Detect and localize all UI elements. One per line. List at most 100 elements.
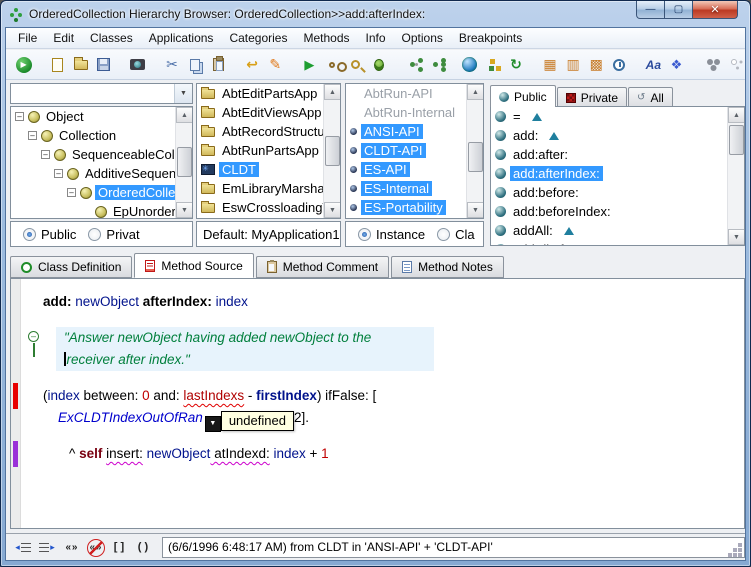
scroll-thumb[interactable] bbox=[468, 142, 483, 172]
categories-list[interactable]: AbtRun-APIAbtRun-InternalANSI-APICLDT-AP… bbox=[345, 83, 484, 219]
tree-item-collection[interactable]: –Collection bbox=[11, 126, 192, 145]
application-item[interactable]: AbtEditPartsApp bbox=[197, 84, 340, 103]
scroll-up-icon[interactable]: ▲ bbox=[176, 107, 193, 123]
category-item[interactable]: AbtRun-Internal bbox=[346, 103, 483, 122]
tree-item-epunorderedcollec[interactable]: EpUnorderedCollec bbox=[11, 202, 192, 219]
fold-collapse-icon[interactable]: – bbox=[28, 331, 39, 342]
menu-file[interactable]: File bbox=[10, 29, 45, 47]
ungroup-parts-button[interactable] bbox=[722, 53, 745, 77]
scroll-down-icon[interactable]: ▼ bbox=[176, 202, 193, 218]
tree-expander-icon[interactable]: – bbox=[54, 169, 63, 178]
debug-button[interactable] bbox=[367, 53, 390, 77]
scroll-up-icon[interactable]: ▲ bbox=[467, 84, 484, 100]
scroll-down-icon[interactable]: ▼ bbox=[467, 202, 484, 218]
parens-icon[interactable]: ( ) bbox=[132, 537, 154, 557]
cut-button[interactable]: ✂ bbox=[160, 53, 183, 77]
tree-item-sequenceablecollectio[interactable]: –SequenceableCollectio bbox=[11, 145, 192, 164]
category-item[interactable]: ANSI-API bbox=[346, 122, 483, 141]
marker-pen-button[interactable]: ✎ bbox=[264, 53, 287, 77]
columns-grid-button[interactable]: ▥ bbox=[562, 53, 585, 77]
tab-public[interactable]: Public bbox=[490, 85, 556, 107]
copy-button[interactable] bbox=[183, 53, 206, 77]
class-hierarchy-tree[interactable]: –Object–Collection–SequenceableCollectio… bbox=[10, 106, 193, 219]
font-settings-button[interactable]: Aa bbox=[642, 53, 665, 77]
scroll-down-icon[interactable]: ▼ bbox=[728, 229, 745, 245]
method-item[interactable]: add:afterIndex: bbox=[491, 164, 744, 183]
screenshot-button[interactable] bbox=[126, 53, 149, 77]
tree-expander-icon[interactable]: – bbox=[41, 150, 50, 159]
add-quotes-icon[interactable]: « » bbox=[60, 537, 82, 557]
save-button[interactable] bbox=[92, 53, 115, 77]
menu-applications[interactable]: Applications bbox=[141, 29, 222, 47]
scroll-thumb[interactable] bbox=[729, 125, 744, 155]
outdent-icon[interactable] bbox=[12, 537, 34, 557]
application-item[interactable]: AbtEditViewsApp bbox=[197, 103, 340, 122]
tree-expander-icon[interactable]: – bbox=[28, 131, 37, 140]
brackets-icon[interactable]: [ ] bbox=[108, 537, 130, 557]
class-filter-dropdown[interactable]: ▼ bbox=[10, 83, 193, 104]
menu-info[interactable]: Info bbox=[358, 29, 394, 47]
tab-method-source[interactable]: Method Source bbox=[134, 253, 253, 278]
load-grid-button[interactable]: ▦ bbox=[538, 53, 561, 77]
scrollbar[interactable]: ▲▼ bbox=[323, 84, 340, 218]
maximize-button[interactable]: ▢ bbox=[665, 1, 693, 19]
hierarchy-diagram-button[interactable] bbox=[401, 53, 424, 77]
radio-cla[interactable]: Cla bbox=[437, 227, 475, 242]
menu-classes[interactable]: Classes bbox=[82, 29, 141, 47]
scrollbar[interactable]: ▲▼ bbox=[175, 107, 192, 218]
paste-button[interactable] bbox=[207, 53, 230, 77]
undefined-popup[interactable]: undefined bbox=[221, 411, 294, 431]
method-item[interactable]: add:beforeIndex: bbox=[491, 202, 744, 221]
menu-categories[interactable]: Categories bbox=[221, 29, 295, 47]
method-item[interactable]: add: bbox=[491, 126, 744, 145]
remove-quotes-icon[interactable]: « » bbox=[84, 537, 106, 557]
application-item[interactable]: AbtRecordStructure bbox=[197, 122, 340, 141]
scroll-up-icon[interactable]: ▲ bbox=[324, 84, 341, 100]
menu-options[interactable]: Options bbox=[394, 29, 451, 47]
category-item[interactable]: ES-Portability bbox=[346, 198, 483, 217]
method-item[interactable]: add:after: bbox=[491, 145, 744, 164]
method-item[interactable]: addAll:after bbox=[491, 240, 744, 246]
category-item[interactable]: AbtRun-API bbox=[346, 84, 483, 103]
scroll-thumb[interactable] bbox=[177, 147, 192, 177]
tab-all[interactable]: ↺All bbox=[628, 87, 673, 107]
method-item[interactable]: add:before: bbox=[491, 183, 744, 202]
browse-senders-button[interactable] bbox=[321, 53, 344, 77]
tree-item-object[interactable]: –Object bbox=[11, 107, 192, 126]
minimize-button[interactable]: — bbox=[636, 1, 665, 19]
indent-icon[interactable] bbox=[36, 537, 58, 557]
undo-button[interactable]: ↩ bbox=[241, 53, 264, 77]
close-button[interactable]: ✕ bbox=[693, 1, 738, 19]
category-item[interactable]: ES-API bbox=[346, 160, 483, 179]
resize-grip[interactable] bbox=[738, 543, 742, 547]
scroll-thumb[interactable] bbox=[325, 136, 340, 166]
tab-method-notes[interactable]: Method Notes bbox=[391, 256, 504, 278]
config-grid-button[interactable]: ▩ bbox=[585, 53, 608, 77]
chevron-down-icon[interactable]: ▼ bbox=[174, 84, 192, 103]
new-file-button[interactable] bbox=[46, 53, 69, 77]
menu-edit[interactable]: Edit bbox=[45, 29, 82, 47]
application-item[interactable]: CLDT bbox=[197, 160, 340, 179]
tab-method-comment[interactable]: Method Comment bbox=[256, 256, 389, 278]
scroll-down-icon[interactable]: ▼ bbox=[324, 202, 341, 218]
group-parts-button[interactable] bbox=[699, 53, 722, 77]
application-item[interactable]: EswCrossloadingTo bbox=[197, 198, 340, 217]
application-item[interactable]: AbtRunPartsApp bbox=[197, 141, 340, 160]
tree-expander-icon[interactable]: – bbox=[67, 188, 76, 197]
category-item[interactable]: CLDT-API bbox=[346, 141, 483, 160]
method-source-editor[interactable]: add: newObject afterIndex: index–"Answer… bbox=[10, 278, 745, 529]
scroll-up-icon[interactable]: ▲ bbox=[728, 107, 745, 123]
tree-item-orderedcollection[interactable]: –OrderedCollection bbox=[11, 183, 192, 202]
tab-class-definition[interactable]: Class Definition bbox=[10, 256, 132, 278]
methods-list[interactable]: =add:add:after:add:afterIndex:add:before… bbox=[490, 106, 745, 246]
run-selection-button[interactable]: ▶ bbox=[298, 53, 321, 77]
web-globe-button[interactable] bbox=[458, 53, 481, 77]
menu-methods[interactable]: Methods bbox=[295, 29, 357, 47]
application-item[interactable]: EmLibraryMarshalle bbox=[197, 179, 340, 198]
search-button[interactable] bbox=[344, 53, 367, 77]
method-item[interactable]: addAll: bbox=[491, 221, 744, 240]
applications-list[interactable]: AbtEditPartsAppAbtEditViewsAppAbtRecordS… bbox=[196, 83, 341, 219]
radio-instance[interactable]: Instance bbox=[358, 227, 425, 242]
method-item[interactable]: = bbox=[491, 107, 744, 126]
scrollbar[interactable]: ▲▼ bbox=[727, 107, 744, 245]
